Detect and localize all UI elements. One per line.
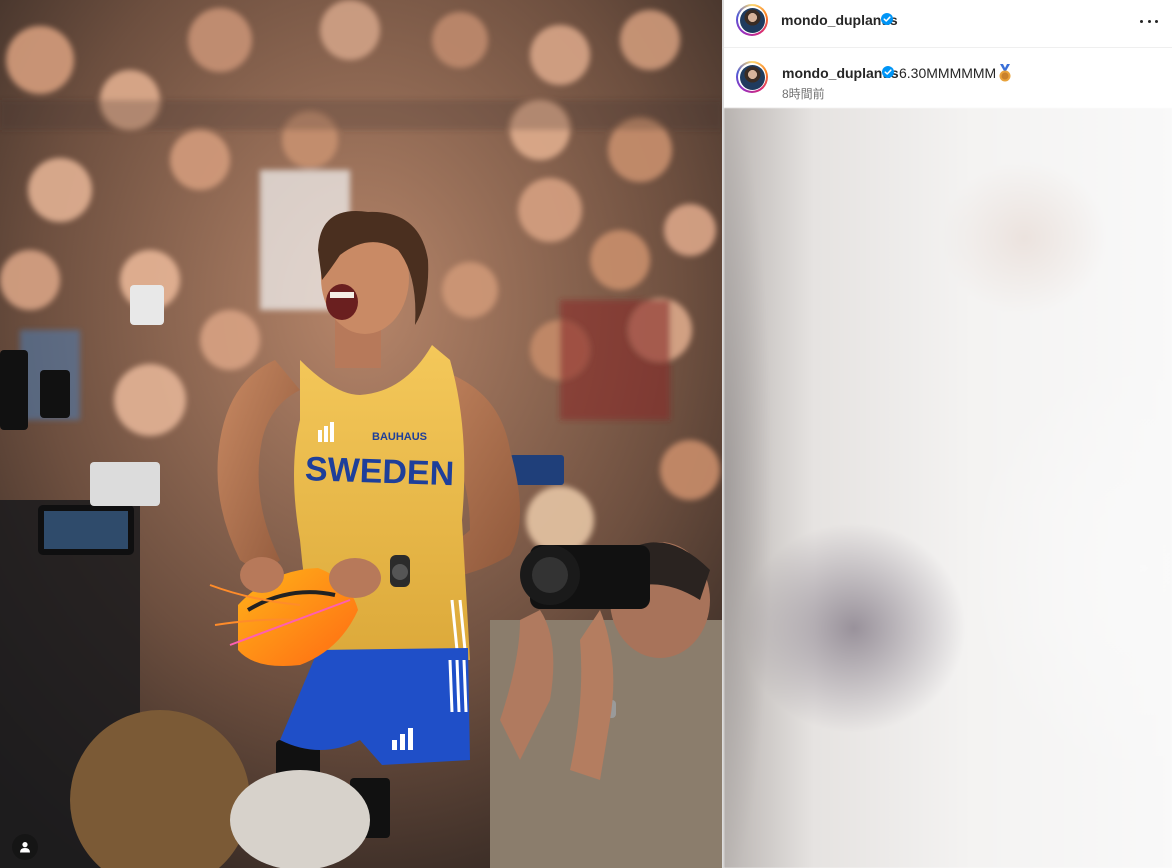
tag-user-button[interactable] <box>12 834 38 860</box>
caption: 6.30MMMMMM <box>899 64 1013 82</box>
comments-area-blurred <box>724 108 1172 868</box>
header-avatar[interactable] <box>736 4 768 36</box>
verified-badge-icon <box>881 13 893 25</box>
jersey-text: SWEDEN <box>304 450 454 493</box>
post-photo[interactable]: BAUHAUS SWEDEN <box>0 0 722 868</box>
post-timestamp[interactable]: 8時間前 <box>782 85 825 102</box>
caption-avatar[interactable] <box>736 61 768 93</box>
user-tag-icon <box>20 842 30 853</box>
caption-row: mondo_duplantis 6.30MMMMMM 8時間前 <box>724 48 1172 108</box>
post-side-panel: mondo_duplantis mondo_duplantis 6.30MMMM… <box>724 0 1172 868</box>
jersey-sponsor: BAUHAUS <box>372 431 427 443</box>
post-header: mondo_duplantis <box>724 0 1172 48</box>
verified-badge-icon <box>882 66 894 78</box>
more-options-icon[interactable] <box>1140 16 1158 26</box>
post-image: BAUHAUS SWEDEN <box>0 0 722 868</box>
caption-text: 6.30MMMMMM <box>899 65 997 81</box>
medal-icon <box>999 64 1011 82</box>
